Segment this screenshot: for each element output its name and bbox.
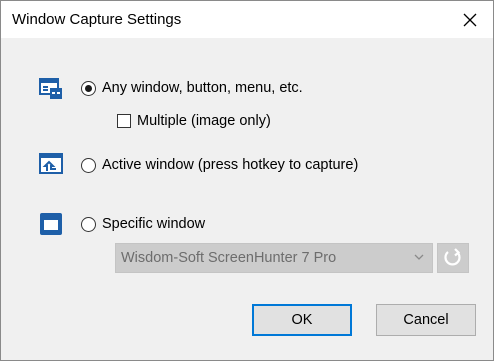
refresh-button[interactable] (437, 243, 469, 273)
radio-specific-window[interactable] (81, 216, 96, 232)
chevron-down-icon (414, 254, 424, 260)
dialog-title: Window Capture Settings (12, 11, 182, 28)
specific-window-select[interactable]: Wisdom-Soft ScreenHunter 7 Pro (115, 243, 433, 273)
checkbox-multiple[interactable] (117, 114, 131, 128)
radio-any-window-label: Any window, button, menu, etc. (102, 80, 303, 96)
window-capture-settings-dialog: Window Capture Settings Any window, butt… (0, 0, 494, 361)
close-button[interactable] (447, 1, 493, 38)
cancel-button[interactable]: Cancel (376, 304, 476, 336)
checkbox-multiple-row[interactable]: Multiple (image only) (117, 111, 271, 131)
window-components-icon (39, 78, 62, 99)
title-bar: Window Capture Settings (1, 1, 493, 38)
radio-specific-window-label: Specific window (102, 216, 206, 232)
active-window-icon (39, 153, 63, 174)
radio-active-window[interactable] (81, 157, 96, 173)
radio-any-window-row[interactable]: Any window, button, menu, etc. (81, 78, 303, 98)
radio-specific-window-row[interactable]: Specific window (81, 214, 205, 234)
ok-button[interactable]: OK (252, 304, 352, 336)
close-icon (463, 13, 477, 26)
specific-window-select-value: Wisdom-Soft ScreenHunter 7 Pro (121, 250, 337, 266)
specific-window-icon (40, 213, 62, 235)
radio-any-window[interactable] (81, 80, 96, 96)
refresh-icon (444, 248, 461, 266)
checkbox-multiple-label: Multiple (image only) (137, 113, 271, 129)
dialog-body: Any window, button, menu, etc. Multiple … (1, 38, 493, 360)
radio-active-window-label: Active window (press hotkey to capture) (102, 157, 359, 173)
radio-active-window-row[interactable]: Active window (press hotkey to capture) (81, 155, 358, 175)
